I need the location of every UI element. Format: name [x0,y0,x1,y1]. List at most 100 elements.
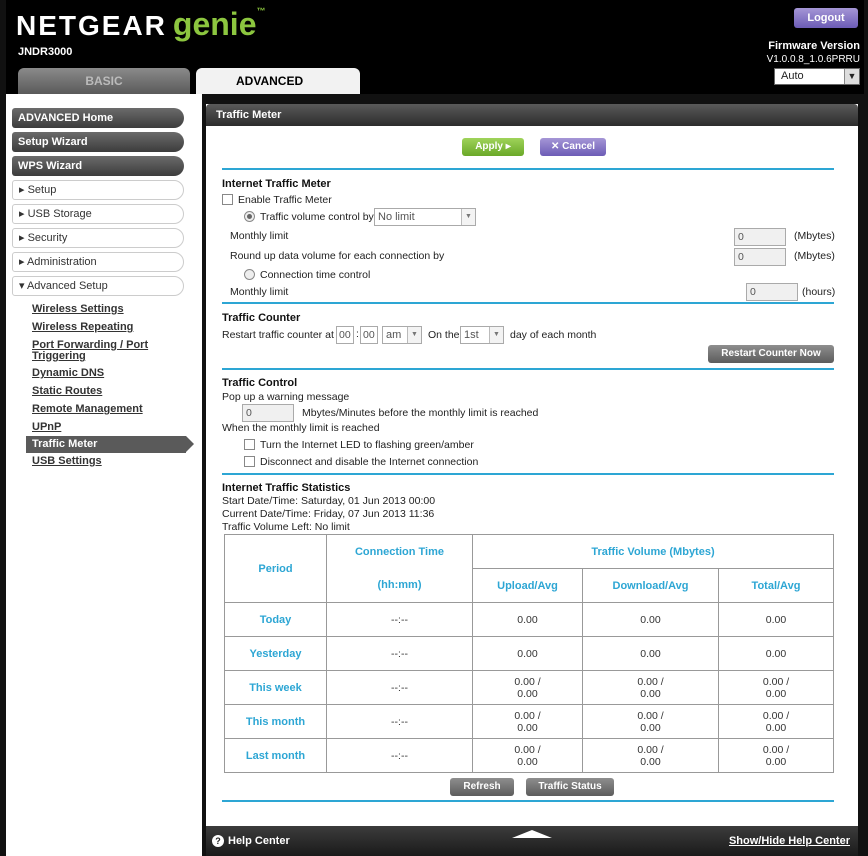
dropdown-arrow-icon: ▼ [461,209,475,225]
roundup-input[interactable]: 0 [734,248,786,266]
column-header-connection-time: Connection Time [326,534,473,569]
sidebar-link-remote-management[interactable]: Remote Management [32,404,172,415]
divider [222,473,834,475]
time-cell: --:-- [326,602,473,637]
sidebar-link-static-routes[interactable]: Static Routes [32,386,172,397]
time-separator: : [356,328,359,340]
download-cell: 0.00 [582,602,719,637]
time-cell: --:-- [326,738,473,773]
sidebar: ADVANCED Home Setup Wizard WPS Wizard ▸ … [6,94,202,856]
divider [222,800,834,802]
total-cell: 0.00 [718,602,834,637]
dropdown-arrow-icon: ▼ [844,69,859,84]
monthly-limit-input[interactable]: 0 [734,228,786,246]
sidebar-link-traffic-meter[interactable]: Traffic Meter [26,436,194,453]
download-cell: 0.00 / 0.00 [582,670,719,705]
ampm-value: am [386,329,402,341]
column-header-traffic-volume: Traffic Volume (Mbytes) [472,534,834,569]
connection-time-label: Connection time control [260,269,371,281]
mbytes-unit-2: (Mbytes) [794,250,835,262]
divider [222,368,834,370]
restart-hour-input[interactable]: 00 [336,326,354,344]
period-cell: This month [224,704,327,739]
router-admin-window: NETGEAR genie™ JNDR3000 Logout Firmware V… [0,0,868,856]
day-value: 1st [464,329,479,341]
time-cell: --:-- [326,704,473,739]
language-value: Auto [781,70,804,82]
ampm-select[interactable]: am ▼ [382,326,422,344]
brand-genie: genie [172,6,257,42]
table-row: Yesterday --:-- 0.00 0.00 0.00 [224,636,834,671]
upload-cell: 0.00 / 0.00 [472,670,583,705]
show-hide-help-center-link[interactable]: Show/Hide Help Center [729,834,850,848]
when-limit-label: When the monthly limit is reached [222,422,380,434]
sidebar-link-dynamic-dns[interactable]: Dynamic DNS [32,368,172,379]
section-title-traffic-control: Traffic Control [222,377,298,389]
table-header-row: Period Connection Time Traffic Volume (M… [224,534,834,603]
language-select[interactable]: Auto ▼ [774,68,860,85]
day-select[interactable]: 1st ▼ [460,326,504,344]
download-cell: 0.00 [582,636,719,671]
triangle-up-icon[interactable] [512,830,552,838]
tab-advanced[interactable]: ADVANCED [196,68,360,94]
table-row: Today --:-- 0.00 0.00 0.00 [224,602,834,637]
restart-minute-input[interactable]: 00 [360,326,378,344]
time-cell: --:-- [326,670,473,705]
monthly-limit-label: Monthly limit [230,230,289,242]
apply-button[interactable]: Apply ▸ [462,138,524,156]
traffic-status-button[interactable]: Traffic Status [526,778,614,796]
time-cell: --:-- [326,636,473,671]
help-center-link[interactable]: ? Help Center [212,834,290,848]
restart-counter-now-button[interactable]: Restart Counter Now [708,345,834,363]
question-icon: ? [212,835,224,847]
volume-control-select[interactable]: No limit ▼ [374,208,476,226]
section-title-traffic-counter: Traffic Counter [222,312,301,324]
brand-netgear: NETGEAR [16,10,167,41]
sidebar-item-advanced-setup[interactable]: ▾ Advanced Setup [12,276,184,296]
column-header-total: Total/Avg [718,568,834,603]
sidebar-item-wps-wizard[interactable]: WPS Wizard [12,156,184,176]
sidebar-item-usb-storage[interactable]: ▸ USB Storage [12,204,184,224]
tab-basic[interactable]: BASIC [18,68,190,94]
volume-left: Traffic Volume Left: No limit [222,521,350,533]
total-cell: 0.00 / 0.00 [718,704,834,739]
connection-time-radio[interactable] [244,269,255,280]
table-row: Last month --:-- 0.00 / 0.00 0.00 / 0.00… [224,738,834,773]
led-flash-label: Turn the Internet LED to flashing green/… [260,439,474,451]
traffic-statistics-table: Period Connection Time Traffic Volume (M… [224,534,834,773]
monthly-limit-hours-input[interactable]: 0 [746,283,798,301]
enable-traffic-meter-checkbox[interactable] [222,194,233,205]
dropdown-arrow-icon: ▼ [489,327,503,343]
period-cell: Yesterday [224,636,327,671]
divider [222,302,834,304]
start-datetime: Start Date/Time: Saturday, 01 Jun 2013 0… [222,495,436,507]
led-flash-checkbox[interactable] [244,439,255,450]
refresh-button[interactable]: Refresh [450,778,514,796]
sidebar-item-security[interactable]: ▸ Security [12,228,184,248]
logout-button[interactable]: Logout [794,8,858,28]
dropdown-arrow-icon: ▼ [407,327,421,343]
section-title-internet-traffic-meter: Internet Traffic Meter [222,178,331,190]
popup-warning-label: Pop up a warning message [222,391,350,403]
model-name: JNDR3000 [18,46,73,58]
volume-control-value: No limit [378,211,415,223]
sidebar-item-administration[interactable]: ▸ Administration [12,252,184,272]
roundup-label: Round up data volume for each connection… [230,250,445,262]
sidebar-link-wireless-settings[interactable]: Wireless Settings [32,304,172,315]
sidebar-link-port-forwarding[interactable]: Port Forwarding / Port Triggering [32,340,172,362]
disconnect-label: Disconnect and disable the Internet conn… [260,456,479,468]
cancel-button[interactable]: ✕ Cancel [540,138,606,156]
day-suffix-label: day of each month [510,329,597,341]
traffic-volume-radio[interactable] [244,211,255,222]
sidebar-link-wireless-repeating[interactable]: Wireless Repeating [32,322,172,333]
sidebar-link-usb-settings[interactable]: USB Settings [32,456,172,467]
disconnect-checkbox[interactable] [244,456,255,467]
sidebar-link-upnp[interactable]: UPnP [32,422,172,433]
table-row: This week --:-- 0.00 / 0.00 0.00 / 0.00 … [224,670,834,705]
upload-cell: 0.00 / 0.00 [472,738,583,773]
sidebar-item-advanced-home[interactable]: ADVANCED Home [12,108,184,128]
popup-warning-input[interactable]: 0 [242,404,294,422]
sidebar-item-setup-wizard[interactable]: Setup Wizard [12,132,184,152]
traffic-volume-label: Traffic volume control by [260,211,374,223]
sidebar-item-setup[interactable]: ▸ Setup [12,180,184,200]
